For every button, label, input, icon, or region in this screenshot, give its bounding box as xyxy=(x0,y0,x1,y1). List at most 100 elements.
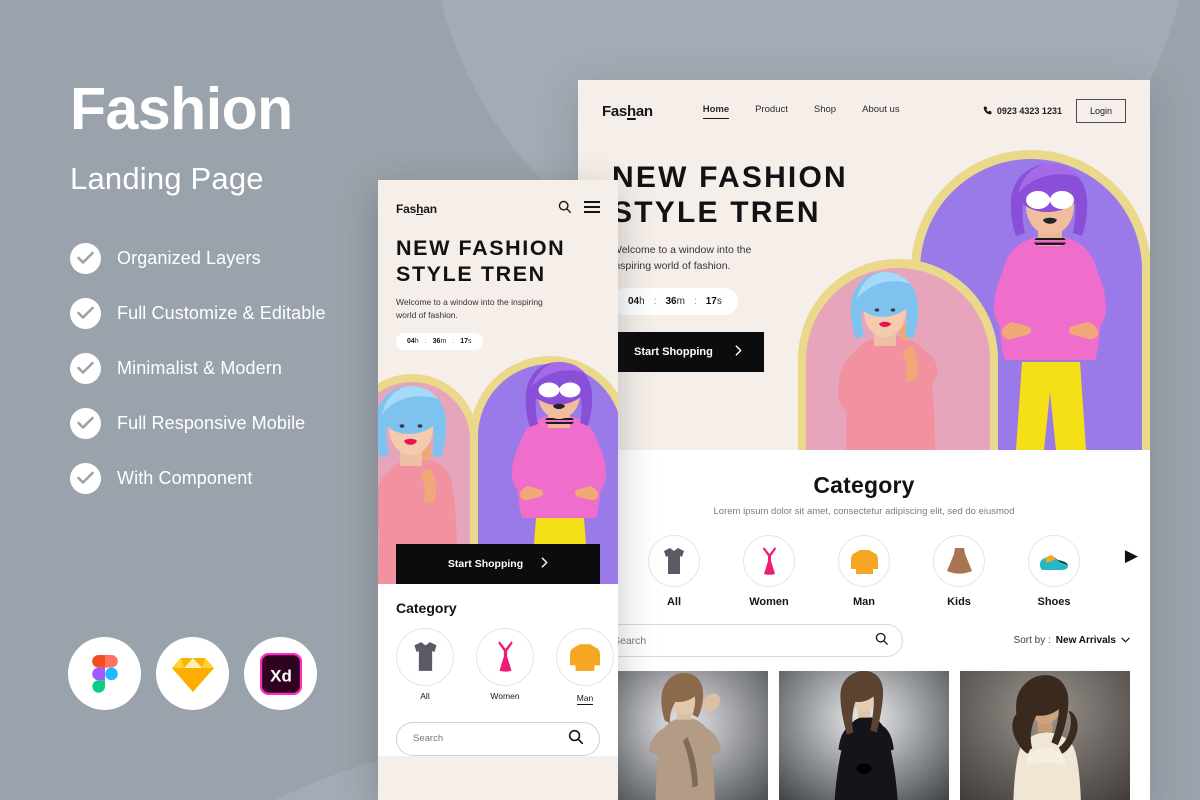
check-icon xyxy=(70,243,101,274)
desktop-hero-text: NEW FASHION STYLE TREN Welcome to a wind… xyxy=(612,160,892,373)
category-label: Man xyxy=(576,692,594,705)
chevron-down-icon xyxy=(1121,635,1130,646)
list-item: Minimalist & Modern xyxy=(70,353,400,384)
category-label: Kids xyxy=(947,596,971,608)
feature-list: Organized Layers Full Customize & Editab… xyxy=(70,243,400,494)
hero-heading-line1: NEW FASHION xyxy=(612,161,848,194)
category-list: All Women Man xyxy=(396,627,614,706)
timer-seconds: 17 xyxy=(460,337,469,345)
sort-prefix: Sort by : xyxy=(1013,635,1051,646)
kids-dress-icon xyxy=(933,535,985,587)
category-item-kids[interactable]: Kids xyxy=(930,535,988,608)
search-field[interactable] xyxy=(413,733,568,745)
phone-icon xyxy=(983,106,992,117)
category-item-women[interactable]: Women xyxy=(740,535,798,608)
timer-seconds: 17 xyxy=(705,296,717,308)
phone-number-text: 0923 4323 1231 xyxy=(996,106,1062,116)
nav-item-product[interactable]: Product xyxy=(755,104,788,119)
hero-subtext: Welcome to a window into the inspiring w… xyxy=(612,243,752,273)
category-item-all[interactable]: All xyxy=(396,627,454,706)
feature-label: Organized Layers xyxy=(117,248,261,268)
nav-item-home[interactable]: Home xyxy=(702,104,730,119)
search-field[interactable] xyxy=(613,634,875,647)
check-icon xyxy=(70,298,101,329)
hamburger-menu-icon[interactable] xyxy=(584,200,600,218)
mobile-nav-actions xyxy=(558,200,600,218)
nav-item-shop[interactable]: Shop xyxy=(814,104,836,119)
list-item: With Component xyxy=(70,463,400,494)
start-shopping-button[interactable]: Start Shopping xyxy=(612,332,764,373)
timer-seconds-unit: s xyxy=(716,296,722,308)
sort-dropdown[interactable]: Sort by : New Arrivals xyxy=(1014,635,1130,646)
dress-icon xyxy=(743,535,795,587)
timer-hours: 04 xyxy=(628,296,640,308)
nav-item-about-us[interactable]: About us xyxy=(862,104,900,119)
check-icon xyxy=(70,353,101,384)
svg-text:Xd: Xd xyxy=(270,666,292,685)
search-icon[interactable] xyxy=(568,729,584,749)
list-item: Organized Layers xyxy=(70,243,400,274)
check-icon xyxy=(70,463,101,494)
category-subtitle: Lorem ipsum dolor sit amet, consectetur … xyxy=(713,506,1015,517)
timer-seconds-unit: s xyxy=(468,337,472,345)
start-shopping-button[interactable]: Start Shopping xyxy=(396,543,600,584)
page-subtitle: Landing Page xyxy=(70,161,264,196)
feature-label: Full Responsive Mobile xyxy=(117,413,306,433)
category-title: Category xyxy=(396,599,457,616)
login-button[interactable]: Login xyxy=(1075,99,1126,123)
search-icon[interactable] xyxy=(875,632,888,650)
phone-number[interactable]: 0923 4323 1231 xyxy=(983,106,1062,117)
category-label: Women xyxy=(490,690,520,701)
countdown-timer: 04h : 36m : 17s xyxy=(612,288,738,316)
hero-heading-line2: STYLE TREN xyxy=(612,196,821,230)
brand-logo[interactable]: Fashan xyxy=(396,202,437,216)
brand-logo[interactable]: Fashan xyxy=(602,103,653,120)
sketch-icon xyxy=(156,637,229,710)
desktop-nav-actions: 0923 4323 1231 Login xyxy=(983,99,1126,123)
desktop-filter-bar: Sort by : New Arrivals xyxy=(578,608,1150,671)
start-shopping-label: Start Shopping xyxy=(447,557,524,570)
category-label: Shoes xyxy=(1037,596,1071,608)
feature-label: Full Customize & Editable xyxy=(117,303,326,323)
search-input[interactable] xyxy=(396,721,600,756)
timer-separator: : xyxy=(424,337,427,345)
category-item-shoes[interactable]: Shoes xyxy=(1025,535,1083,608)
promo-panel: Fashion Landing Page Organized Layers Fu… xyxy=(70,80,400,518)
mobile-hero-artwork: Start Shopping xyxy=(378,355,618,584)
sweater-icon xyxy=(556,627,614,686)
sweater-icon xyxy=(838,535,890,587)
product-card[interactable] xyxy=(598,671,768,800)
search-input[interactable] xyxy=(598,624,903,657)
product-grid xyxy=(578,671,1150,800)
timer-separator: : xyxy=(653,296,657,308)
chevron-right-icon xyxy=(735,345,742,359)
dress-icon xyxy=(476,627,534,686)
timer-minutes-unit: m xyxy=(440,337,447,345)
start-shopping-label: Start Shopping xyxy=(634,346,713,359)
category-list: All Women Man Kids Shoes xyxy=(578,535,1150,608)
category-label-wrap: Man xyxy=(556,686,614,706)
sort-value: New Arrivals xyxy=(1055,635,1116,646)
category-item-all[interactable]: All xyxy=(645,535,703,608)
category-item-man[interactable]: Man xyxy=(835,535,893,608)
category-label-wrap: All xyxy=(396,686,454,704)
feature-label: With Component xyxy=(117,468,253,488)
category-item-man[interactable]: Man xyxy=(556,627,614,706)
category-label-wrap: Women xyxy=(476,686,534,704)
category-label: Women xyxy=(749,596,789,608)
timer-hours-unit: h xyxy=(639,296,645,308)
list-item: Full Customize & Editable xyxy=(70,298,400,329)
category-item-women[interactable]: Women xyxy=(476,627,534,706)
search-icon[interactable] xyxy=(558,200,572,218)
timer-minutes: 36 xyxy=(665,296,677,308)
mobile-mockup: Fashan NEW FASHION STYLE TREN Welcome to… xyxy=(378,180,618,800)
hero-heading: NEW FASHION STYLE TREN xyxy=(612,160,892,231)
check-icon xyxy=(70,408,101,439)
desktop-nav-menu: Home Product Shop About us xyxy=(702,104,900,119)
product-card[interactable] xyxy=(779,671,949,800)
hero-heading: NEW FASHION STYLE TREN xyxy=(396,236,600,288)
desktop-hero-section: NEW FASHION STYLE TREN Welcome to a wind… xyxy=(578,142,1150,450)
product-card[interactable] xyxy=(960,671,1130,800)
chevron-right-icon[interactable]: ▶ xyxy=(1125,546,1138,566)
hero-subtext: Welcome to a window into the inspiring w… xyxy=(396,296,543,321)
